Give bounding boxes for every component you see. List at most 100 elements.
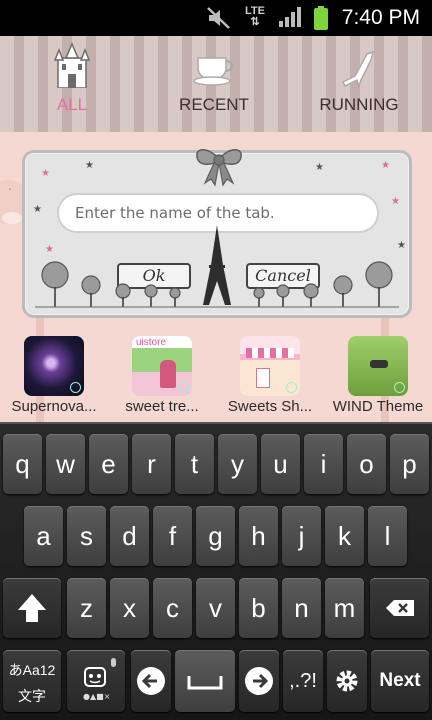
cursor-right-key[interactable]	[239, 650, 279, 712]
key-r[interactable]: r	[132, 434, 171, 494]
key-v[interactable]: v	[196, 578, 235, 638]
key-a[interactable]: a	[24, 506, 63, 566]
next-key[interactable]: Next	[371, 650, 429, 712]
key-k[interactable]: k	[325, 506, 364, 566]
input-mode-label-bottom: 文字	[18, 688, 46, 704]
key-label: n	[294, 593, 309, 623]
star-decoration: ★	[391, 196, 400, 207]
key-label: k	[338, 521, 351, 551]
tab-all[interactable]: ALL	[0, 36, 144, 132]
app-sweet-tree[interactable]: uistore sweet tre...	[108, 334, 216, 420]
key-s[interactable]: s	[67, 506, 106, 566]
key-e[interactable]: e	[89, 434, 128, 494]
wind-theme-icon	[348, 336, 408, 396]
key-label: t	[190, 449, 199, 479]
app-sweets-shop[interactable]: Sweets Sh...	[216, 334, 324, 420]
key-w[interactable]: w	[46, 434, 85, 494]
key-h[interactable]: h	[239, 506, 278, 566]
key-c[interactable]: c	[153, 578, 192, 638]
shift-icon	[18, 594, 46, 622]
key-label: y	[231, 449, 244, 479]
svg-text:●▲■×: ●▲■×	[83, 692, 110, 701]
key-label: p	[402, 449, 417, 479]
rename-tab-dialog: ★ ★ ★ ★ ★ ★ ★ ★ Ok Cancel	[22, 149, 412, 318]
settings-key[interactable]	[327, 650, 367, 712]
input-mode-key[interactable]: あAa12 文字	[3, 650, 61, 712]
key-n[interactable]: n	[282, 578, 321, 638]
svg-text:.: .	[8, 179, 12, 193]
theme-badge-icon	[178, 382, 189, 393]
sweet-tree-icon: uistore	[132, 336, 192, 396]
key-m[interactable]: m	[325, 578, 364, 638]
network-type-label: LTE	[245, 5, 265, 17]
key-y[interactable]: y	[218, 434, 257, 494]
signal-icon	[279, 7, 301, 27]
next-label: Next	[379, 670, 421, 691]
key-label: l	[384, 521, 391, 551]
key-i[interactable]: i	[304, 434, 343, 494]
arrow-left-icon	[137, 667, 165, 695]
star-decoration: ★	[381, 160, 390, 171]
key-g[interactable]: g	[196, 506, 235, 566]
key-label: e	[101, 449, 116, 479]
key-label: v	[209, 593, 222, 623]
star-decoration: ★	[41, 168, 50, 179]
key-label: m	[333, 593, 356, 623]
key-label: o	[359, 449, 374, 479]
key-u[interactable]: u	[261, 434, 300, 494]
tab-all-label: ALL	[56, 95, 88, 114]
key-label: q	[15, 449, 30, 479]
input-mode-label-top: あAa12	[8, 662, 56, 678]
key-label: g	[208, 521, 223, 551]
tab-recent[interactable]: RECENT	[142, 36, 286, 132]
key-p[interactable]: p	[390, 434, 429, 494]
sweets-shop-icon	[240, 336, 300, 396]
key-t[interactable]: t	[175, 434, 214, 494]
key-label: f	[168, 521, 177, 551]
teacup-icon	[193, 57, 233, 86]
arrow-right-icon	[245, 667, 273, 695]
key-j[interactable]: j	[282, 506, 321, 566]
supernova-icon	[24, 336, 84, 396]
key-label: w	[56, 449, 75, 479]
key-f[interactable]: f	[153, 506, 192, 566]
backspace-key[interactable]	[370, 578, 429, 638]
key-label: c	[166, 593, 179, 623]
key-z[interactable]: z	[67, 578, 106, 638]
emoji-voice-key[interactable]: ●▲■×	[67, 650, 125, 712]
tab-running[interactable]: RUNNING	[287, 36, 431, 132]
key-label: u	[273, 449, 288, 479]
app-label: WIND Theme	[332, 398, 424, 415]
key-b[interactable]: b	[239, 578, 278, 638]
shift-key[interactable]	[3, 578, 61, 638]
cursor-left-key[interactable]	[131, 650, 171, 712]
battery-icon	[314, 6, 328, 30]
clock: 7:40 PM	[341, 6, 420, 29]
emoji-icon: ●▲■×	[83, 658, 116, 701]
space-key[interactable]	[175, 650, 235, 712]
status-bar: LTE ⇅ 7:40 PM	[0, 0, 432, 36]
symbols-label: ,.?!	[289, 670, 317, 692]
lte-icon: LTE ⇅	[245, 5, 265, 28]
key-l[interactable]: l	[368, 506, 407, 566]
key-label: z	[80, 593, 93, 623]
mute-icon	[207, 7, 230, 29]
key-x[interactable]: x	[110, 578, 149, 638]
tab-recent-label: RECENT	[179, 95, 249, 114]
app-grid: Supernova... uistore sweet tre... Sweets…	[0, 334, 432, 420]
key-label: b	[251, 593, 266, 623]
app-supernova[interactable]: Supernova...	[0, 334, 108, 420]
key-label: d	[122, 521, 137, 551]
theme-badge-icon	[70, 382, 81, 393]
tab-running-label: RUNNING	[319, 95, 399, 114]
app-label: sweet tre...	[125, 398, 199, 415]
key-label: s	[80, 521, 93, 551]
symbols-key[interactable]: ,.?!	[283, 650, 323, 712]
backspace-icon	[386, 600, 414, 616]
key-d[interactable]: d	[110, 506, 149, 566]
app-wind-theme[interactable]: WIND Theme	[324, 334, 432, 420]
key-q[interactable]: q	[3, 434, 42, 494]
key-label: j	[298, 521, 305, 551]
key-o[interactable]: o	[347, 434, 386, 494]
key-label: r	[147, 449, 156, 479]
